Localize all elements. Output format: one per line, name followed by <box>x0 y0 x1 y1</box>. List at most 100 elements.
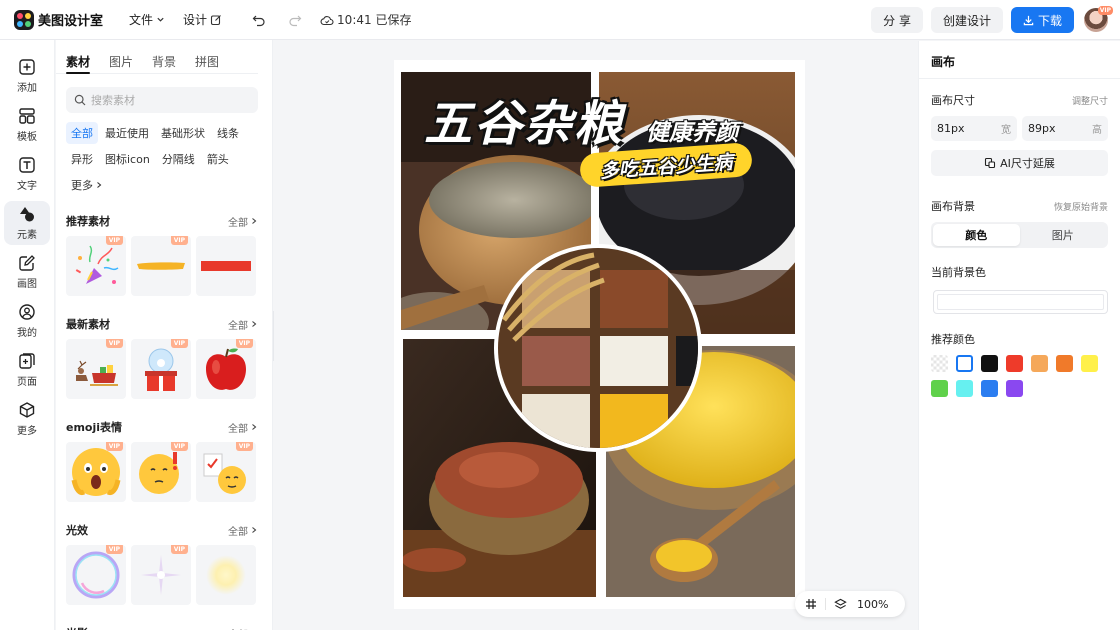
current-bg-color-input[interactable] <box>933 290 1108 314</box>
rail-item-draw[interactable]: 画图 <box>4 250 50 294</box>
color-swatch[interactable] <box>1056 355 1073 372</box>
undo-icon <box>252 15 265 26</box>
design-menu-label: 设计 <box>183 13 208 27</box>
zoom-toolbar: 100% <box>795 591 905 617</box>
shocked-emoji-sticker[interactable]: VIP <box>66 442 126 502</box>
rail-label: 页面 <box>17 377 37 388</box>
create-design-button[interactable]: 创建设计 <box>930 7 1003 33</box>
party-popper-sticker[interactable]: VIP <box>66 236 126 296</box>
bg-type-color[interactable]: 颜色 <box>933 224 1020 246</box>
vip-badge: VIP <box>170 442 188 451</box>
chip-arrows[interactable]: 箭头 <box>202 148 234 170</box>
section-more-link[interactable]: 全部 <box>228 626 258 630</box>
redo-button[interactable] <box>288 13 302 27</box>
tab-materials[interactable]: 素材 <box>66 53 91 74</box>
section-more-label: 全部 <box>228 526 248 538</box>
page-add-icon <box>19 353 35 369</box>
section-more-link[interactable]: 全部 <box>228 317 258 332</box>
search-input[interactable] <box>91 93 241 107</box>
rail-item-more[interactable]: 更多 <box>4 397 50 441</box>
cloud-icon <box>320 15 334 25</box>
rail-label: 元素 <box>17 230 37 241</box>
rail-item-add[interactable]: 添加 <box>4 54 50 98</box>
reindeer-sleigh-sticker[interactable]: VIP <box>66 339 126 399</box>
vip-badge: VIP <box>170 236 188 245</box>
star-sparkle-sticker[interactable]: VIP <box>131 545 191 605</box>
rail-item-mine[interactable]: 我的 <box>4 299 50 343</box>
red-apple-sticker[interactable]: VIP <box>196 339 256 399</box>
swatch-transparent[interactable] <box>931 355 948 372</box>
ai-extend-button[interactable]: AI尺寸延展 <box>931 150 1108 176</box>
swatch-white[interactable] <box>956 355 973 372</box>
section-more-link[interactable]: 全部 <box>228 214 258 229</box>
chip-dividers[interactable]: 分隔线 <box>157 148 200 170</box>
thinking-emoji-sticker[interactable]: VIP <box>131 442 191 502</box>
chevron-right-icon <box>252 424 257 430</box>
height-field[interactable]: 89px 高 <box>1022 116 1108 141</box>
soft-light-sticker[interactable] <box>196 545 256 605</box>
left-rail: 添加 模板 文字 元素 画图 我的 页面 更多 <box>0 40 55 630</box>
yellow-brush-stroke-sticker[interactable]: VIP <box>131 236 191 296</box>
rail-item-elements[interactable]: 元素 <box>4 201 50 245</box>
rail-item-templates[interactable]: 模板 <box>4 103 50 147</box>
chip-more[interactable]: 更多 <box>66 174 108 196</box>
chip-lines[interactable]: 线条 <box>212 122 244 144</box>
download-button[interactable]: 下载 <box>1010 7 1074 33</box>
tab-images[interactable]: 图片 <box>109 53 133 74</box>
poster-subtitle[interactable]: 健康养颜 <box>646 113 738 147</box>
thumbnail-row: VIP VIP <box>66 236 258 296</box>
zoom-level[interactable]: 100% <box>857 598 888 611</box>
app-logo[interactable]: 美图设计室 <box>14 9 103 30</box>
grid-icon[interactable] <box>805 598 817 610</box>
rail-item-text[interactable]: 文字 <box>4 152 50 196</box>
chip-icons[interactable]: 图标icon <box>100 148 155 170</box>
color-swatch[interactable] <box>981 355 998 372</box>
width-unit: 宽 <box>1001 125 1011 136</box>
section-more-link[interactable]: 全部 <box>228 420 258 435</box>
snowglobe-gift-sticker[interactable]: VIP <box>131 339 191 399</box>
file-menu[interactable]: 文件 <box>129 11 165 28</box>
poster-title[interactable]: 五谷杂粮 <box>424 84 624 154</box>
vip-badge: VIP <box>105 236 123 245</box>
chip-all[interactable]: 全部 <box>66 122 98 144</box>
tab-backgrounds[interactable]: 背景 <box>152 53 176 74</box>
thumbnail-row: VIP VIP VIP <box>66 442 258 502</box>
color-swatch[interactable] <box>931 380 948 397</box>
chip-recent[interactable]: 最近使用 <box>100 122 154 144</box>
canvas-area[interactable]: 五谷杂粮 健康养颜 多吃五谷少生病 <box>274 41 918 630</box>
checklist-emoji-sticker[interactable]: VIP <box>196 442 256 502</box>
tab-collage[interactable]: 拼图 <box>195 53 219 74</box>
avatar[interactable]: VIP <box>1084 6 1113 32</box>
resize-link[interactable]: 调整尺寸 <box>1072 94 1108 107</box>
color-swatch[interactable] <box>981 380 998 397</box>
red-bar-shape <box>201 261 251 271</box>
bubble-glow-sticker[interactable]: VIP <box>66 545 126 605</box>
bg-type-image[interactable]: 图片 <box>1020 224 1107 246</box>
width-field[interactable]: 81px 宽 <box>931 116 1017 141</box>
ai-extend-label: AI尺寸延展 <box>1000 157 1055 170</box>
restore-bg-link[interactable]: 恢复原始背景 <box>1054 200 1108 213</box>
snowglobe-gift-icon <box>145 348 177 391</box>
rail-item-pages[interactable]: 页面 <box>4 348 50 392</box>
undo-button[interactable] <box>252 13 266 27</box>
color-swatch[interactable] <box>1081 355 1098 372</box>
color-swatch[interactable] <box>956 380 973 397</box>
layout-icon <box>19 108 35 124</box>
checklist-emoji-icon <box>203 453 246 494</box>
design-menu[interactable]: 设计 <box>183 11 222 28</box>
share-button[interactable]: 分 享 <box>871 7 923 33</box>
color-swatches <box>931 355 1111 405</box>
canvas-page[interactable]: 五谷杂粮 健康养颜 多吃五谷少生病 <box>394 60 805 609</box>
edit-icon <box>210 14 221 25</box>
thumbnail-row: VIP VIP VIP <box>66 339 258 399</box>
color-swatch[interactable] <box>1031 355 1048 372</box>
red-bar-sticker[interactable] <box>196 236 256 296</box>
chip-basic-shapes[interactable]: 基础形状 <box>156 122 210 144</box>
section-more-link[interactable]: 全部 <box>228 523 258 538</box>
poster-banner-text: 多吃五谷少生病 <box>598 150 734 183</box>
chevron-right-icon <box>252 527 257 533</box>
chip-irregular[interactable]: 异形 <box>66 148 98 170</box>
color-swatch[interactable] <box>1006 355 1023 372</box>
layers-icon[interactable] <box>834 598 847 611</box>
color-swatch[interactable] <box>1006 380 1023 397</box>
